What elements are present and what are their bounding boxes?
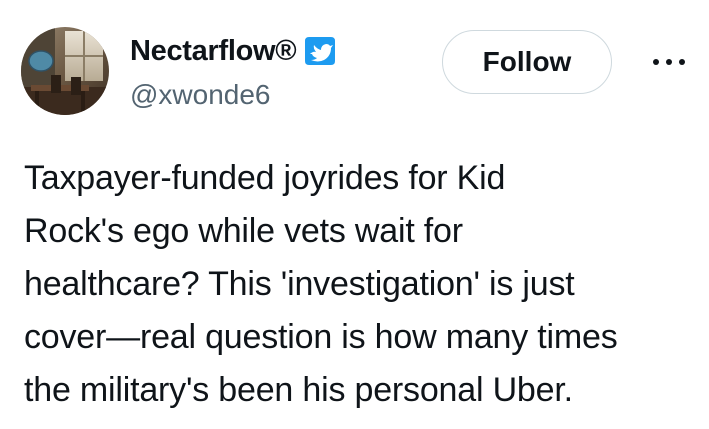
tweet-line: the military's been his personal Uber. <box>24 371 573 409</box>
author-handle[interactable]: @xwonde6 <box>130 79 271 111</box>
display-name[interactable]: Nectarflow® <box>130 35 297 68</box>
tweet-line: healthcare? This 'investigation' is just <box>24 265 575 303</box>
more-options-icon[interactable] <box>648 50 692 74</box>
verified-badge-icon <box>302 34 338 68</box>
avatar[interactable] <box>21 27 109 115</box>
follow-button[interactable]: Follow <box>442 30 612 94</box>
avatar-image <box>21 27 109 115</box>
tweet-text: Taxpayer-funded joyrides for Kid Rock's … <box>24 152 704 417</box>
author-name-row: Nectarflow® <box>130 34 338 68</box>
tweet-line: Rock's ego while vets wait for <box>24 212 463 250</box>
tweet-line: cover—real question is how many times <box>24 318 618 356</box>
tweet-card: Nectarflow® @xwonde6 Follow Taxpayer-fun… <box>0 0 709 429</box>
tweet-line: Taxpayer-funded joyrides for Kid <box>24 159 506 197</box>
